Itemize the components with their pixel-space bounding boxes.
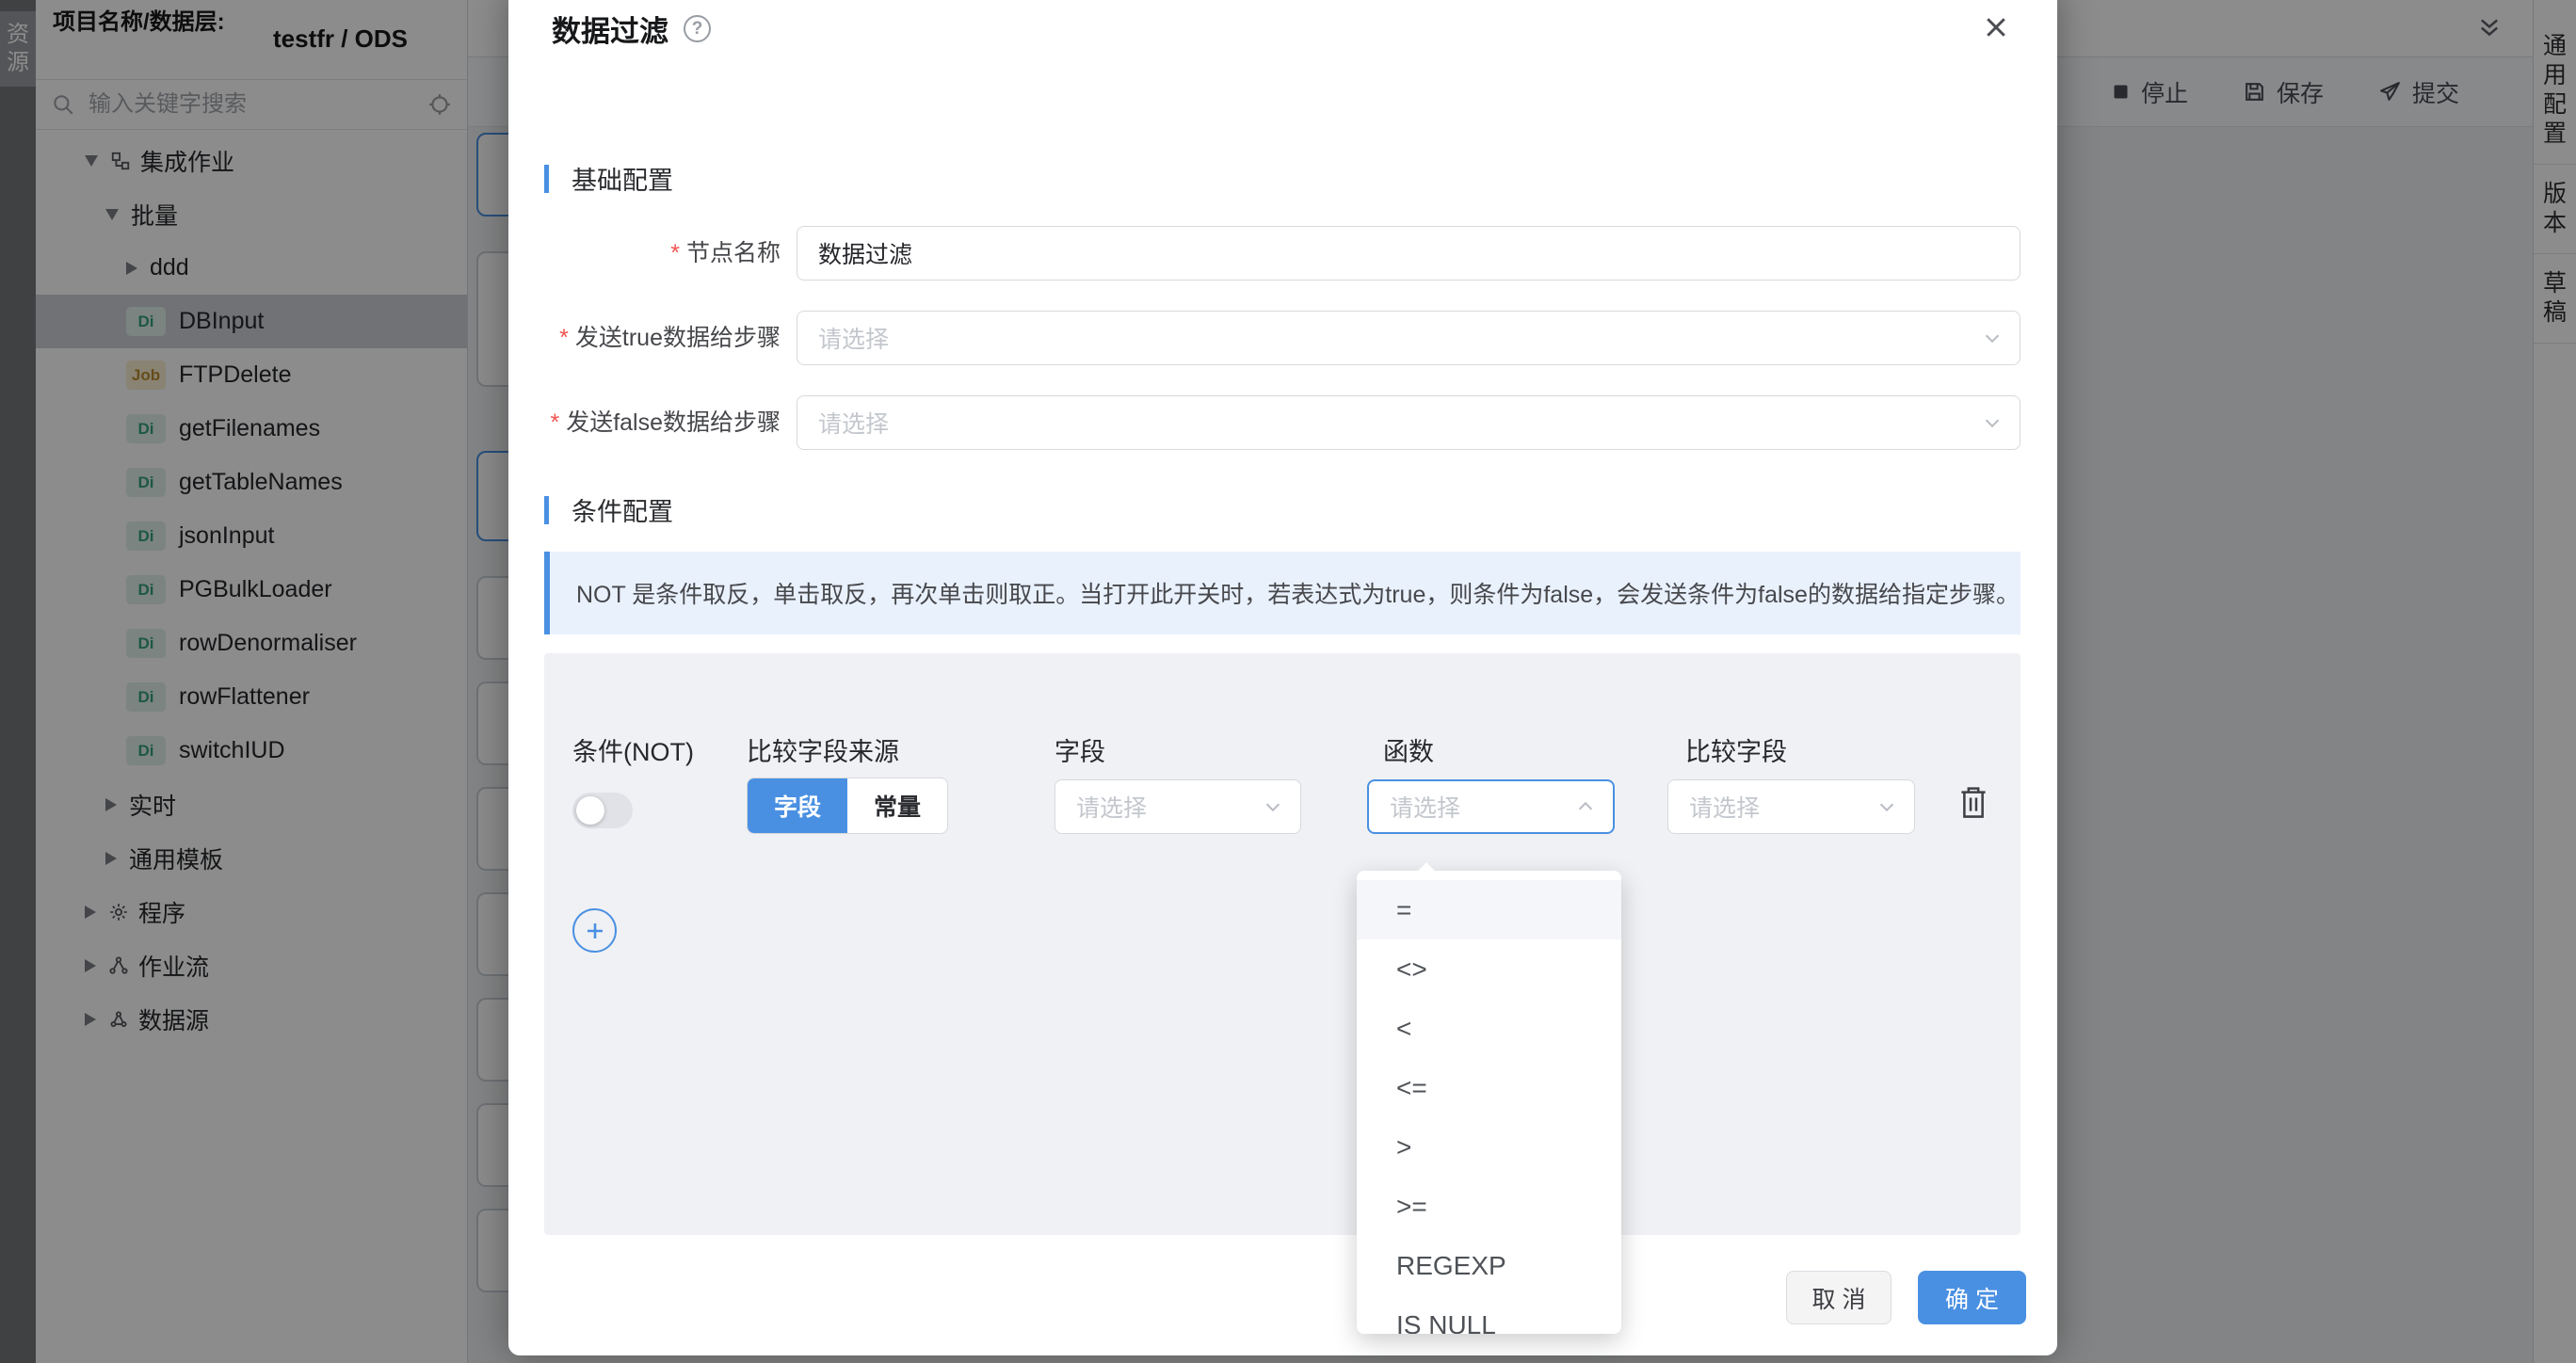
section-basic: 基础配置 bbox=[544, 160, 673, 197]
chevron-down-icon bbox=[1982, 412, 2003, 433]
true-step-label: *发送true数据给步骤 bbox=[508, 311, 781, 365]
function-option-REGEXP[interactable]: REGEXP bbox=[1357, 1236, 1621, 1295]
delete-row-trash-icon[interactable] bbox=[1956, 783, 1990, 821]
field-select[interactable]: 请选择 bbox=[1055, 779, 1301, 834]
section-condition: 条件配置 bbox=[544, 491, 673, 528]
function-select[interactable]: 请选择 bbox=[1367, 779, 1615, 834]
function-option-<>[interactable]: <> bbox=[1357, 939, 1621, 999]
required-asterisk: * bbox=[670, 240, 680, 266]
function-dropdown: =<><<=>>=REGEXPIS NULL bbox=[1357, 871, 1621, 1334]
required-asterisk: * bbox=[550, 409, 559, 436]
help-icon[interactable] bbox=[684, 15, 711, 42]
chevron-up-icon bbox=[1575, 796, 1596, 817]
compare-column-label: 比较字段 bbox=[1685, 731, 1787, 768]
function-option-IS NULL[interactable]: IS NULL bbox=[1357, 1295, 1621, 1334]
chevron-down-icon bbox=[1982, 328, 2003, 348]
add-condition-button[interactable] bbox=[572, 908, 617, 953]
function-option-<=[interactable]: <= bbox=[1357, 1058, 1621, 1117]
node-name-label: *节点名称 bbox=[508, 226, 781, 281]
cancel-button[interactable]: 取 消 bbox=[1786, 1271, 1892, 1324]
source-segmented-control: 字段常量 bbox=[747, 778, 948, 834]
section-accent-bar bbox=[544, 165, 549, 193]
true-step-select[interactable]: 请选择 bbox=[797, 311, 2021, 365]
not-column-label: 条件(NOT) bbox=[572, 731, 694, 768]
source-column-label: 比较字段来源 bbox=[747, 731, 899, 768]
required-asterisk: * bbox=[559, 325, 569, 351]
compare-field-select[interactable]: 请选择 bbox=[1667, 779, 1915, 834]
node-name-input[interactable] bbox=[797, 226, 2021, 281]
chevron-down-icon bbox=[1876, 796, 1897, 817]
toggle-knob bbox=[576, 796, 604, 825]
condition-panel: 条件(NOT) 比较字段来源 字段 函数 比较字段 字段常量 请选择 请选择 请… bbox=[544, 653, 2021, 1235]
source-option-常量[interactable]: 常量 bbox=[847, 778, 947, 833]
field-column-label: 字段 bbox=[1055, 731, 1105, 768]
function-option-=[interactable]: = bbox=[1357, 880, 1621, 939]
data-filter-modal: 数据过滤 基础配置 *节点名称 *发送true数据给步骤 请选择 *发送fals… bbox=[508, 0, 2057, 1355]
false-step-select[interactable]: 请选择 bbox=[797, 395, 2021, 450]
function-option-<[interactable]: < bbox=[1357, 999, 1621, 1058]
chevron-down-icon bbox=[1263, 796, 1283, 817]
false-step-label: *发送false数据给步骤 bbox=[508, 395, 781, 450]
confirm-button[interactable]: 确 定 bbox=[1918, 1271, 2026, 1324]
not-switch-notice: NOT 是条件取反，单击取反，再次单击则取正。当打开此开关时，若表达式为true… bbox=[544, 552, 2021, 634]
modal-title: 数据过滤 bbox=[552, 8, 668, 50]
function-option->[interactable]: > bbox=[1357, 1117, 1621, 1177]
function-column-label: 函数 bbox=[1383, 731, 1434, 768]
not-toggle[interactable] bbox=[572, 793, 633, 828]
section-accent-bar bbox=[544, 496, 549, 524]
close-icon[interactable] bbox=[1982, 13, 2014, 45]
source-option-字段[interactable]: 字段 bbox=[748, 778, 847, 833]
app-root: 资 源 项目名称/数据层: testfr / ODS 集成作业批量dddDiDB… bbox=[0, 0, 2576, 1363]
function-option->=[interactable]: >= bbox=[1357, 1177, 1621, 1236]
